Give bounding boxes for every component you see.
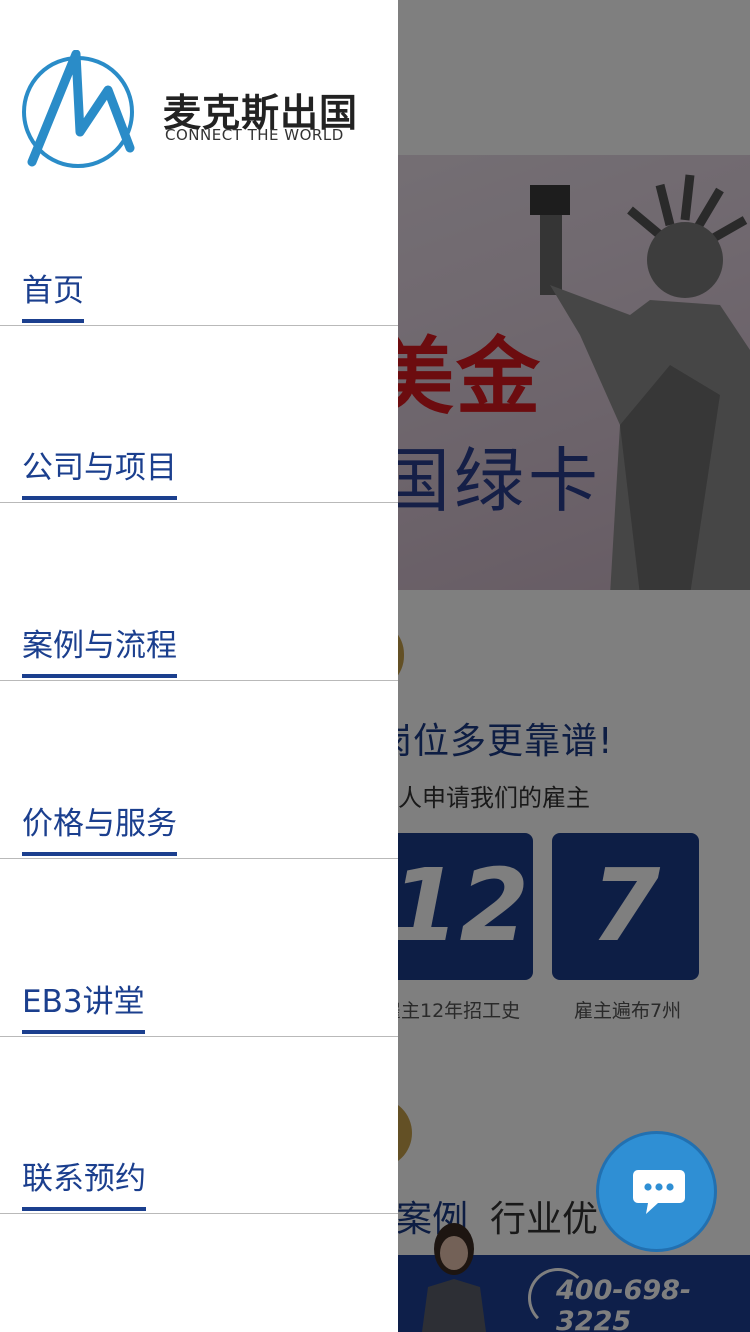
- nav-item-contact[interactable]: 联系预约: [0, 1144, 398, 1214]
- nav-item-company-projects[interactable]: 公司与项目: [0, 433, 398, 503]
- nav-item-label: 公司与项目: [22, 453, 177, 500]
- brand-tagline: CONNECT THE WORLD: [165, 126, 344, 144]
- nav-item-label: EB3讲堂: [22, 987, 145, 1034]
- nav-item-home[interactable]: 首页: [0, 256, 398, 326]
- nav-item-label: 首页: [22, 276, 84, 323]
- nav-drawer: 麦克斯出国 CONNECT THE WORLD 首页 公司与项目 案例与流程 价…: [0, 0, 398, 1332]
- chat-button[interactable]: [596, 1131, 717, 1252]
- nav-item-label: 联系预约: [22, 1164, 146, 1211]
- chat-icon: [633, 1170, 685, 1214]
- nav-item-eb3-lectures[interactable]: EB3讲堂: [0, 967, 398, 1037]
- nav-item-cases-process[interactable]: 案例与流程: [0, 611, 398, 681]
- nav-item-label: 案例与流程: [22, 631, 177, 678]
- nav-item-label: 价格与服务: [22, 809, 177, 856]
- nav-item-pricing-services[interactable]: 价格与服务: [0, 789, 398, 859]
- brand-logo-icon: [22, 50, 135, 168]
